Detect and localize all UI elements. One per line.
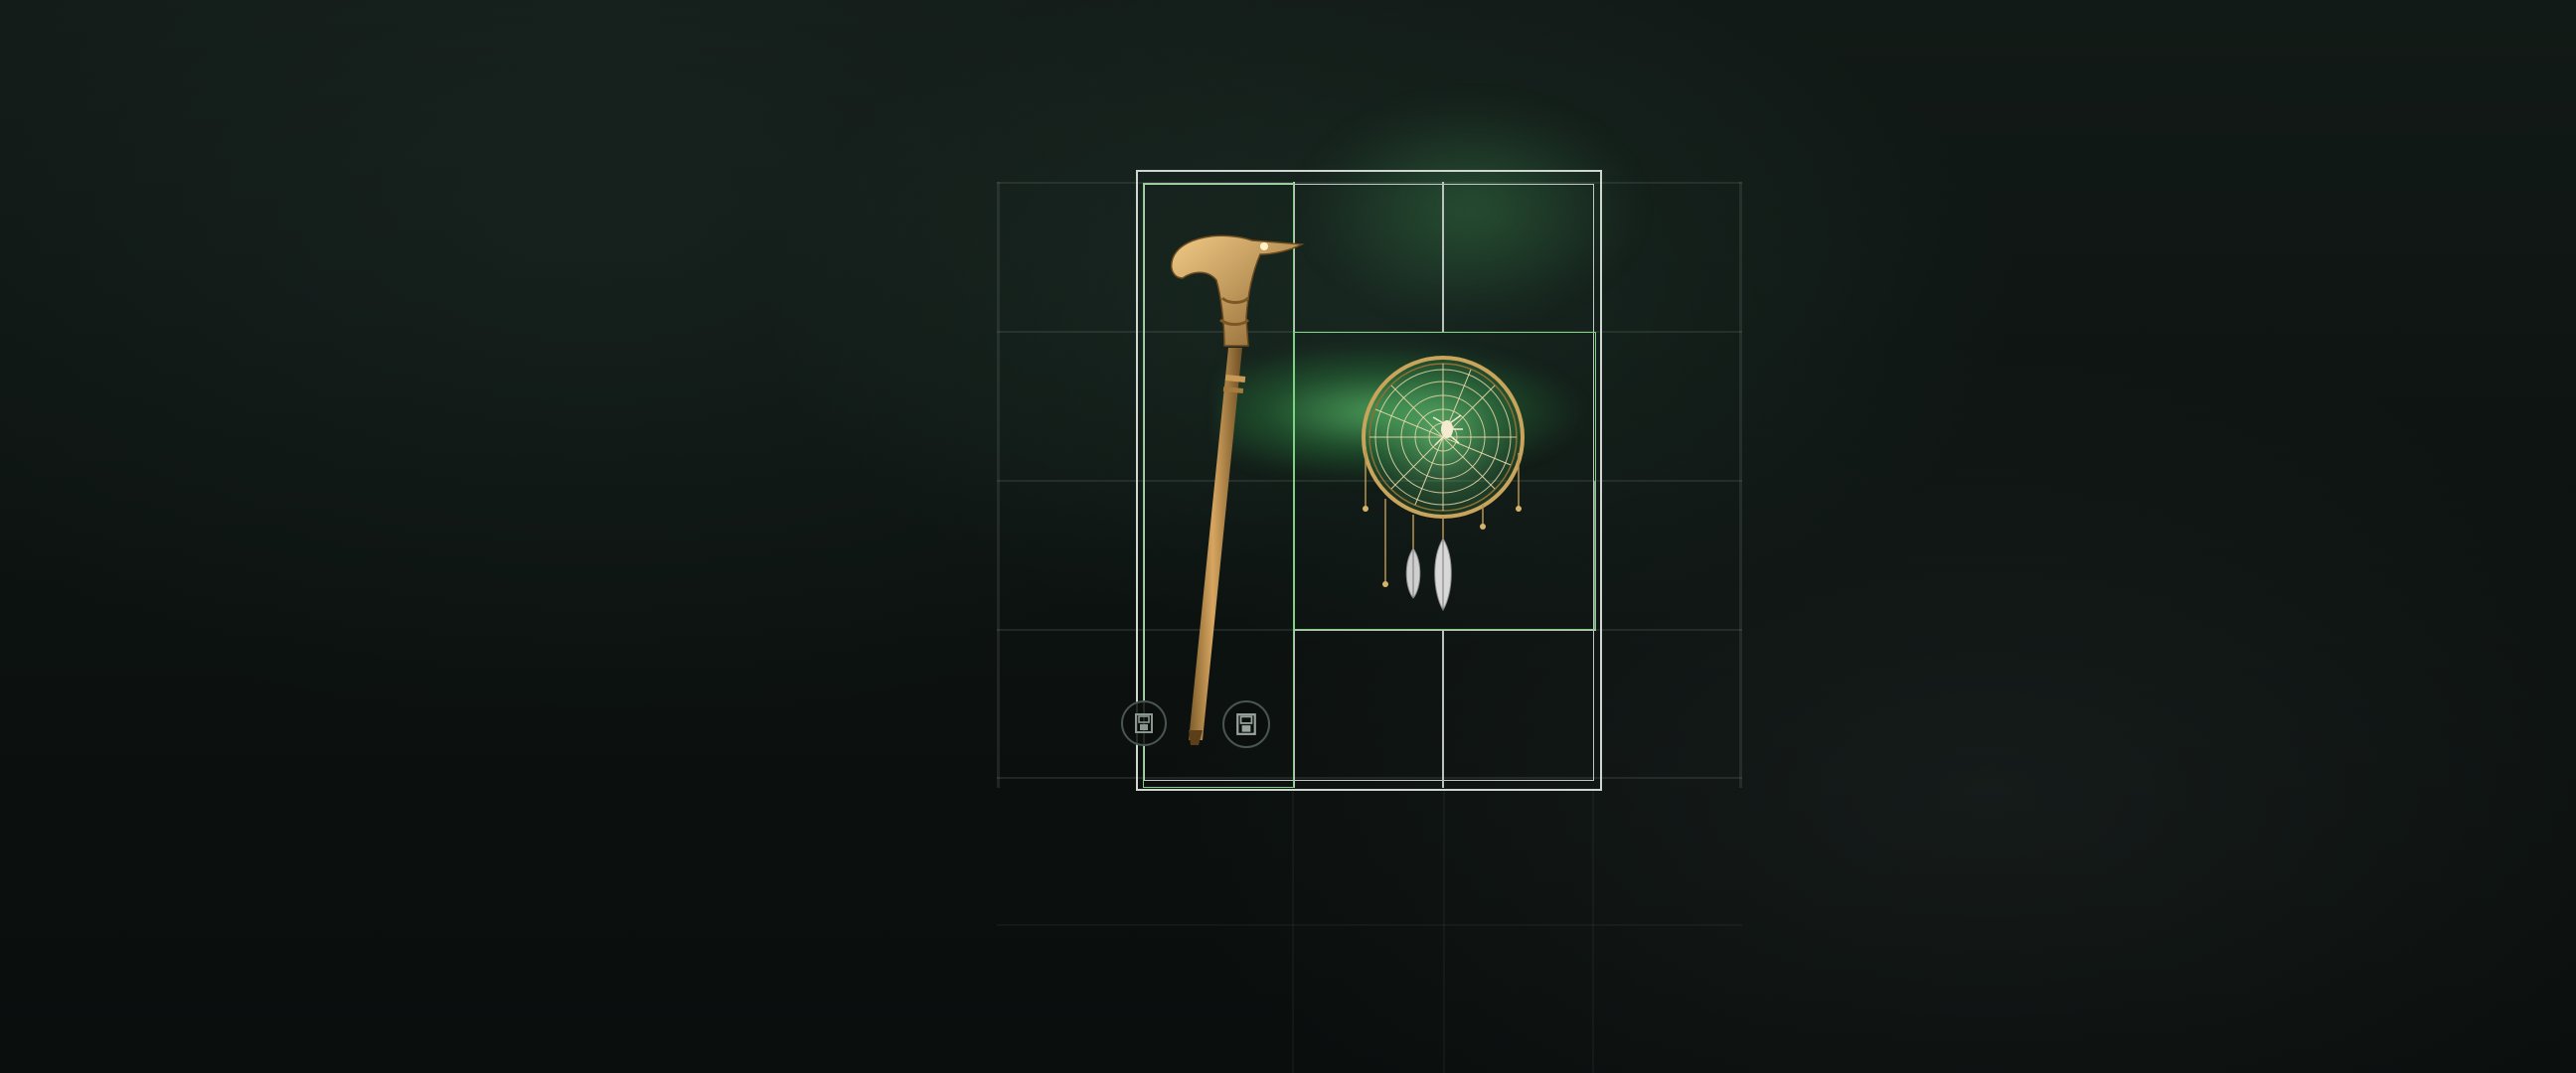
cane-icon[interactable]: [1163, 229, 1312, 755]
inventory-screen: [0, 0, 2576, 1073]
save-lock-icon[interactable]: [1121, 700, 1167, 746]
save-lock-glyph: [1135, 713, 1153, 733]
dreamcatcher-icon[interactable]: [1352, 350, 1540, 618]
save-lock-icon[interactable]: [1222, 700, 1270, 748]
save-lock-glyph: [1236, 713, 1256, 735]
